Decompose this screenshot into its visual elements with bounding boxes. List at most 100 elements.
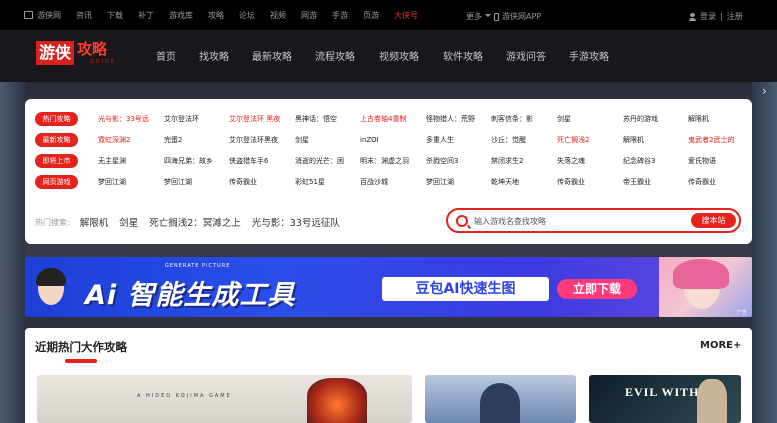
app-link[interactable]: 游侠网APP [494, 11, 541, 22]
game-link[interactable]: 怪物猎人：荒野 [426, 112, 475, 126]
banner-tag: 豆包AI快速生图 [382, 277, 549, 301]
top-link-web[interactable]: 页游 [363, 10, 379, 21]
logo-mark: 游侠 [36, 41, 75, 65]
game-link[interactable]: 侠盗猎车手6 [229, 154, 268, 168]
game-link[interactable]: 四海兄弟：故乡 [164, 154, 213, 168]
game-link[interactable]: 梦回江湖 [98, 175, 126, 189]
banner-subtitle: GENERATE PICTURE [165, 263, 231, 269]
game-link[interactable]: 传奇霸业 [229, 175, 257, 189]
game-link[interactable]: 失落之魂 [557, 154, 585, 168]
site-logo[interactable]: 游侠 攻略 GUIDE [36, 41, 114, 65]
category-pill[interactable]: 最新攻略 [35, 133, 78, 147]
game-link[interactable]: 完蛋2 [164, 133, 182, 147]
top-link-patch[interactable]: 补丁 [138, 10, 154, 21]
banner-headline: Ai 智能生成工具 [85, 280, 296, 311]
top-link-daxia[interactable]: 大侠号 [394, 10, 418, 21]
game-link[interactable]: 梦回江湖 [426, 175, 454, 189]
game-link[interactable]: 乾坤天地 [491, 175, 519, 189]
ad-banner[interactable]: GENERATE PICTURE Ai 智能生成工具 豆包AI快速生图 立即下载… [25, 257, 752, 317]
hot-keyword[interactable]: 光与影：33号远征队 [252, 215, 340, 229]
login-link[interactable]: 登录 [700, 11, 716, 22]
game-link[interactable]: 消逝的光芒：困 [295, 154, 344, 168]
game-card[interactable]: A HIDEO KOJIMA GAME [37, 375, 412, 423]
game-link[interactable]: 黑神话：悟空 [295, 112, 337, 126]
game-link[interactable]: 梦回江湖 [164, 175, 192, 189]
section-title: 近期热门大作攻略 [35, 340, 127, 354]
game-link[interactable]: 艾尔登法环 [164, 112, 199, 126]
hot-search: 热门搜索: 解限机 剑星 死亡搁浅2：冥滩之上 光与影：33号远征队 [35, 215, 351, 230]
nav-item-latest[interactable]: 最新攻略 [252, 48, 315, 63]
card-art [697, 379, 727, 423]
hot-keyword[interactable]: 剑星 [119, 215, 138, 229]
category-pill[interactable]: 即将上市 [35, 154, 78, 168]
nav-item-mobile[interactable]: 手游攻略 [569, 48, 629, 63]
game-card[interactable] [425, 375, 576, 423]
top-link-video[interactable]: 视频 [270, 10, 286, 21]
nav-item-home[interactable]: 首页 [156, 48, 199, 63]
background-art-right [752, 82, 777, 423]
user-icon [689, 12, 696, 21]
nav-item-find[interactable]: 找攻略 [199, 48, 252, 63]
game-link[interactable]: 彩虹51星 [295, 175, 325, 189]
search-button[interactable]: 搜本站 [691, 213, 736, 228]
top-link-online[interactable]: 网游 [301, 10, 317, 21]
game-link[interactable]: 苏丹的游戏 [623, 112, 658, 126]
top-link-news[interactable]: 资讯 [76, 10, 92, 21]
game-link[interactable]: 传奇霸业 [688, 175, 716, 189]
game-link[interactable]: 剑星 [295, 133, 309, 147]
nav-item-qa[interactable]: 游戏问答 [506, 48, 569, 63]
game-link[interactable]: 霓虹深渊2 [98, 133, 130, 147]
game-link[interactable]: 杀戮空间3 [426, 154, 458, 168]
recent-games-section: 近期热门大作攻略 MORE+ A HIDEO KOJIMA GAME EVIL … [25, 328, 752, 423]
game-link[interactable]: 纪念碑谷3 [623, 154, 655, 168]
top-link-home[interactable]: 游侠网 [24, 10, 61, 21]
more-dropdown[interactable]: 更多 [466, 11, 491, 22]
download-button[interactable]: 立即下载 [557, 279, 637, 299]
game-link[interactable]: 百战沙城 [360, 175, 388, 189]
game-link[interactable]: 帝王霸业 [623, 175, 651, 189]
nav-item-software[interactable]: 软件攻略 [443, 48, 506, 63]
game-link[interactable]: 艾尔登法环 黑夜 [229, 112, 280, 126]
category-pill[interactable]: 热门攻略 [35, 112, 78, 126]
game-card[interactable]: EVIL WITHIN [589, 375, 741, 423]
logo-subtext: GUIDE [90, 59, 117, 65]
chevron-right-icon[interactable]: › [762, 84, 767, 98]
guide-panel: 热门攻略 最新攻略 即将上市 网页游戏 光与影：33号远 艾尔登法环 艾尔登法环 黑… [25, 99, 752, 244]
search-input[interactable] [474, 214, 674, 228]
category-row: 最新攻略 [35, 133, 78, 147]
site-header: 游侠 攻略 GUIDE 首页 找攻略 最新攻略 流程攻略 视频攻略 软件攻略 游… [0, 30, 777, 82]
game-link[interactable]: 剑星 [557, 112, 571, 126]
more-link[interactable]: MORE+ [700, 340, 741, 351]
game-link[interactable]: inZOI [360, 133, 379, 147]
top-link-guide[interactable]: 攻略 [208, 10, 224, 21]
game-link[interactable]: 上古卷轴4重制 [360, 112, 406, 126]
game-link[interactable]: 沙丘：觉醒 [491, 133, 526, 147]
card-caption: A HIDEO KOJIMA GAME [137, 393, 232, 399]
game-link[interactable]: 光与影：33号远 [98, 112, 149, 126]
game-link[interactable]: 解限机 [688, 112, 709, 126]
category-pill[interactable]: 网页游戏 [35, 175, 78, 189]
top-link-download[interactable]: 下载 [107, 10, 123, 21]
top-link-forum[interactable]: 论坛 [239, 10, 255, 21]
nav-item-walkthrough[interactable]: 流程攻略 [315, 48, 379, 63]
game-link[interactable]: 艾尔登法环黑夜 [229, 133, 278, 147]
game-link[interactable]: 解限机 [623, 133, 644, 147]
banner-character-image [659, 257, 752, 317]
game-link[interactable]: 爱氏物语 [688, 154, 716, 168]
game-link[interactable]: 多重人生 [426, 133, 454, 147]
register-link[interactable]: 注册 [727, 11, 743, 22]
nav-item-video[interactable]: 视频攻略 [379, 48, 443, 63]
game-link[interactable]: 禁闭求生2 [491, 154, 523, 168]
game-link[interactable]: 死亡搁浅2 [557, 133, 589, 147]
game-link[interactable]: 明末：渊虚之羽 [360, 154, 409, 168]
search-icon [456, 215, 468, 227]
game-link[interactable]: 传奇霸业 [557, 175, 585, 189]
game-link[interactable]: 刺客信条：影 [491, 112, 533, 126]
phone-icon [494, 12, 499, 21]
top-link-gamelib[interactable]: 游戏库 [169, 10, 193, 21]
hot-keyword[interactable]: 死亡搁浅2：冥滩之上 [149, 215, 241, 229]
hot-keyword[interactable]: 解限机 [80, 215, 109, 229]
game-link[interactable]: 鬼武者2武士的 [688, 133, 734, 147]
game-link[interactable]: 无主星渊 [98, 154, 126, 168]
top-link-mobile[interactable]: 手游 [332, 10, 348, 21]
